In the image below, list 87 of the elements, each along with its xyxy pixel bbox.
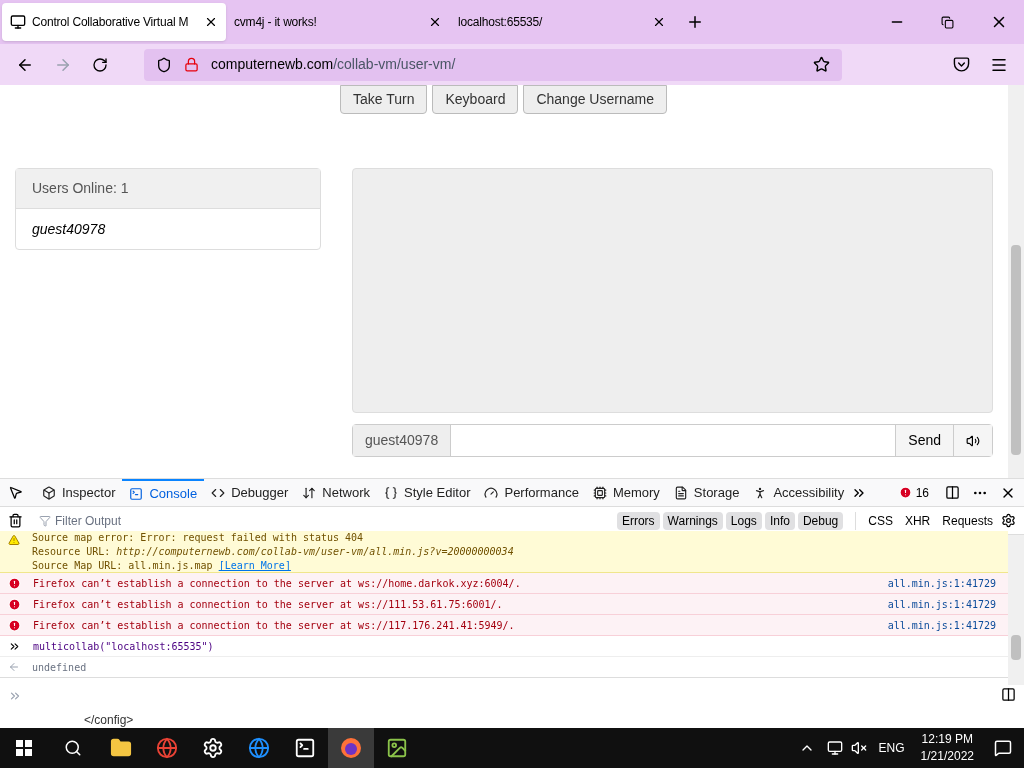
background-window-text: </config> [84, 713, 134, 727]
tab-title: cvm4j - it works! [234, 14, 318, 31]
browser-tab[interactable]: Control Collaborative Virtual M [2, 3, 226, 41]
devtools-tab[interactable]: Inspector [35, 479, 123, 506]
input-command: multicollab("localhost:65535") [33, 639, 214, 654]
address-bar[interactable]: computernewb.com/collab-vm/user-vm/ [144, 48, 842, 81]
source-link[interactable]: all.min.js:1:41729 [887, 617, 996, 633]
level-filter[interactable]: Info [764, 511, 795, 530]
close-icon[interactable] [204, 15, 218, 29]
tab-icon [384, 485, 398, 500]
vm-button[interactable]: Keyboard [432, 85, 519, 114]
browser-tab[interactable]: localhost:65535/ [450, 3, 674, 41]
muted-speaker-icon[interactable] [850, 740, 867, 756]
level-filter[interactable]: Errors [616, 511, 660, 530]
devtools-tab[interactable]: Network [295, 479, 377, 506]
user-name[interactable]: guest40978 [16, 209, 320, 249]
filter-icon [39, 514, 51, 527]
devtools-tab[interactable]: Memory [585, 479, 667, 506]
close-icon[interactable] [428, 15, 442, 29]
request-filter[interactable]: Requests [942, 511, 993, 530]
tab-icon [673, 485, 688, 500]
lock-icon[interactable] [184, 57, 199, 72]
dock-icon[interactable] [945, 485, 960, 500]
pocket-icon[interactable] [953, 56, 970, 73]
result-arrow-icon [8, 661, 20, 673]
level-filter[interactable]: Debug [797, 511, 844, 530]
devtools-tab[interactable]: Debugger [204, 479, 296, 506]
devtools-tab[interactable]: Console [122, 479, 205, 506]
warning-line: Source Map URL: all.min.js.map [Learn More] [32, 559, 292, 573]
error-message: Firefox can’t establish a connection to the server at ws://111.53.61.75:6001/. [33, 597, 504, 612]
editor-mode-icon[interactable] [1001, 687, 1016, 702]
request-filter[interactable]: XHR [904, 511, 931, 530]
tab-icon [42, 485, 56, 500]
devtools-tab[interactable]: Storage [666, 479, 747, 506]
error-message: Firefox can’t establish a connection to the server at ws://home.darkok.xyz:6004/. [33, 576, 522, 591]
settings-icon[interactable] [1001, 513, 1016, 528]
result-value: undefined [32, 660, 87, 675]
warning-line: Resource URL: http://computernewb.com/collab-vm/user-vm/all.min.js?v=20000000034 [32, 545, 514, 559]
tab-icon [592, 485, 607, 500]
request-filter[interactable]: CSS [868, 511, 893, 530]
tab-icon [129, 486, 144, 501]
learn-more-link[interactable]: [Learn More] [218, 560, 291, 571]
terminal-icon[interactable] [294, 737, 316, 759]
new-tab-icon[interactable] [686, 13, 704, 31]
source-link[interactable]: all.min.js:1:41729 [887, 596, 996, 612]
level-filter[interactable]: Warnings [662, 511, 723, 530]
devtools-tab[interactable]: Accessibility [746, 479, 852, 506]
search-icon[interactable] [64, 739, 82, 757]
reload-icon[interactable] [92, 56, 108, 73]
vm-button[interactable]: Change Username [523, 85, 667, 114]
url-text: computernewb.com/collab-vm/user-vm/ [211, 55, 457, 74]
error-icon [898, 486, 912, 499]
tab-title: Control Collaborative Virtual M [32, 14, 190, 31]
scrollbar[interactable] [1008, 535, 1024, 685]
level-filter[interactable]: Logs [725, 511, 762, 530]
browser-tab[interactable]: cvm4j - it works! [226, 3, 450, 41]
error-message: Firefox can’t establish a connection to the server at ws://117.176.241.41:5949/. [33, 618, 516, 633]
error-icon [8, 576, 21, 590]
close-icon[interactable] [652, 15, 666, 29]
bookmark-star-icon[interactable] [813, 56, 830, 73]
trash-icon[interactable] [8, 513, 23, 528]
prompt-icon [8, 689, 22, 703]
firefox-taskbar-icon[interactable] [328, 728, 374, 768]
users-heading: Users Online: 1 [16, 169, 320, 209]
restore-icon[interactable] [941, 15, 954, 29]
tab-title: localhost:65535/ [458, 14, 544, 31]
computer-icon [10, 14, 26, 30]
tab-icon [484, 485, 499, 500]
error-icon [8, 597, 21, 611]
error-count: 16 [915, 484, 929, 502]
scrollbar[interactable] [1008, 85, 1024, 478]
source-link[interactable]: all.min.js:1:41729 [887, 575, 996, 591]
devtools-tab[interactable]: Style Editor [377, 479, 478, 506]
error-icon [8, 618, 21, 632]
clock[interactable]: 12:19 PM 1/21/2022 [920, 731, 974, 765]
warning-icon [8, 534, 20, 546]
shield-icon[interactable] [156, 56, 172, 73]
devtools-tab[interactable]: Performance [477, 479, 586, 506]
vm-button[interactable]: Take Turn [340, 85, 428, 114]
windows-logo-icon[interactable] [16, 740, 32, 756]
folder-icon[interactable] [110, 737, 132, 759]
tab-icon [302, 485, 317, 500]
picker-icon[interactable] [8, 485, 23, 500]
filter-field[interactable]: Filter Output [55, 511, 617, 530]
language-indicator[interactable]: ENG [878, 739, 905, 757]
notifications-icon[interactable] [994, 739, 1012, 757]
warning-line: Source map error: Error: request failed with status 404 [32, 531, 365, 545]
